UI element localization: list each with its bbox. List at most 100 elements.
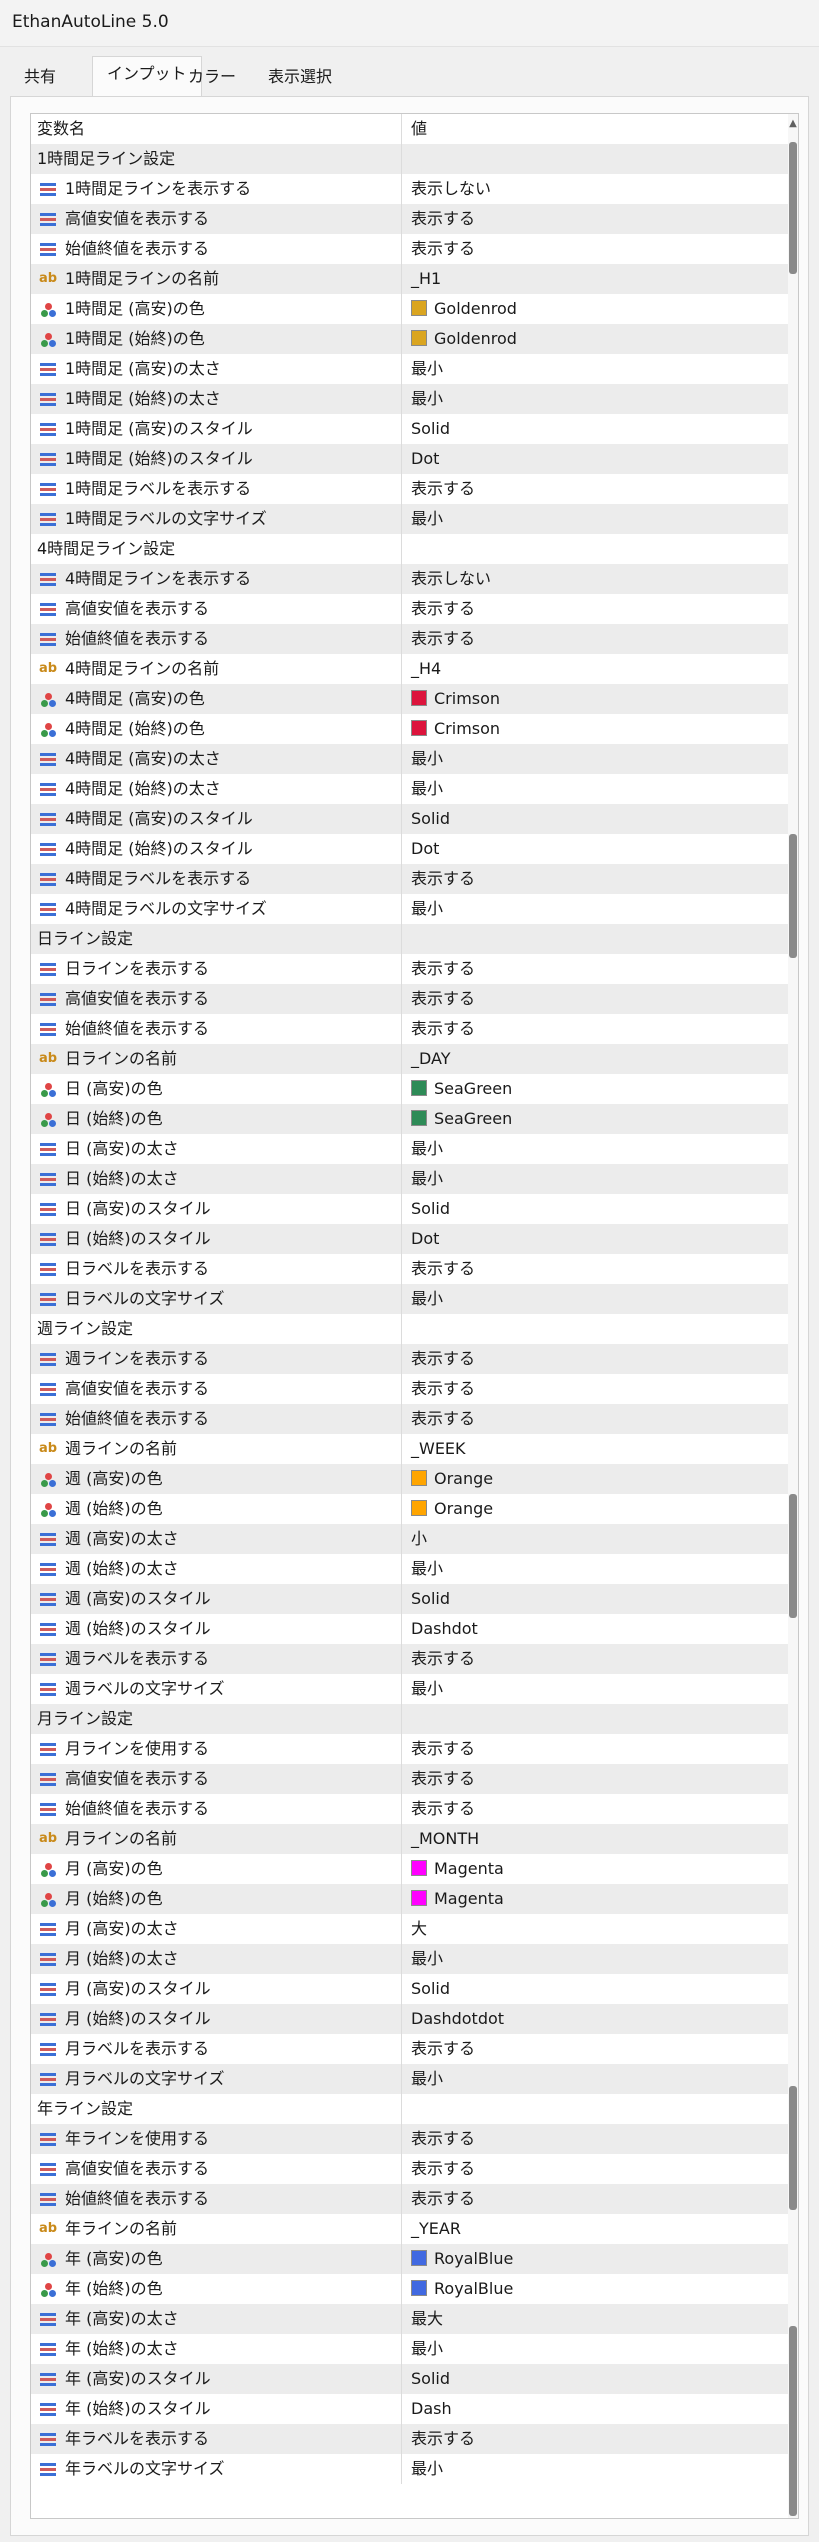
table-row[interactable]: 月ラベルを表示する 表示する [31,2034,789,2064]
table-row[interactable]: 4時間足ラインを表示する 表示しない [31,564,789,594]
table-row[interactable]: 月 (始終)の太さ 最小 [31,1944,789,1974]
table-row[interactable]: 年 (始終)の太さ 最小 [31,2334,789,2364]
parameter-value-cell[interactable]: Solid [403,2364,789,2394]
parameter-value-cell[interactable]: Solid [403,1974,789,2004]
table-row[interactable]: 始値終値を表示する 表示する [31,1014,789,1044]
parameter-value-cell[interactable]: 小 [403,1524,789,1554]
parameter-value-cell[interactable]: Orange [403,1494,789,1524]
parameter-value-cell[interactable]: _H4 [403,654,789,684]
table-row[interactable]: 週 (高安)のスタイル Solid [31,1584,789,1614]
table-row[interactable]: 週 (始終)の太さ 最小 [31,1554,789,1584]
table-row[interactable]: 4時間足ラベルの文字サイズ 最小 [31,894,789,924]
parameter-value-cell[interactable]: RoyalBlue [403,2274,789,2304]
table-row[interactable]: ab 年ラインの名前 _YEAR [31,2214,789,2244]
parameter-value-cell[interactable]: 最小 [403,1554,789,1584]
parameter-value-cell[interactable]: Solid [403,1584,789,1614]
parameter-value-cell[interactable]: 表示する [403,1404,789,1434]
table-row[interactable]: 4時間足 (始終)のスタイル Dot [31,834,789,864]
table-row[interactable]: 年ラベルを表示する 表示する [31,2424,789,2454]
table-row[interactable]: 1時間足ラベルの文字サイズ 最小 [31,504,789,534]
parameter-value-cell[interactable]: 最小 [403,1674,789,1704]
parameter-value-cell[interactable]: Dot [403,444,789,474]
table-row[interactable]: 日ラインを表示する 表示する [31,954,789,984]
parameter-value-cell[interactable]: 最小 [403,1164,789,1194]
table-row[interactable]: 1時間足ラインを表示する 表示しない [31,174,789,204]
parameter-value-cell[interactable]: 最小 [403,2064,789,2094]
table-row[interactable]: 年 (高安)の太さ 最大 [31,2304,789,2334]
table-row[interactable]: 週 (高安)の太さ 小 [31,1524,789,1554]
parameter-value-cell[interactable]: 表示する [403,1764,789,1794]
table-row[interactable]: 1時間足 (始終)の色 Goldenrod [31,324,789,354]
parameter-value-cell[interactable]: 表示する [403,2124,789,2154]
parameter-value-cell[interactable]: 表示する [403,2034,789,2064]
tab-visibility[interactable]: 表示選択 [254,60,346,96]
table-row[interactable]: 高値安値を表示する 表示する [31,1374,789,1404]
parameter-value-cell[interactable]: 表示する [403,474,789,504]
table-row[interactable]: 年 (始終)のスタイル Dash [31,2394,789,2424]
parameter-value-cell[interactable]: Crimson [403,714,789,744]
parameter-value-cell[interactable]: Crimson [403,684,789,714]
scroll-up-arrow-icon[interactable]: ▲ [788,118,798,130]
parameter-value-cell[interactable]: 最小 [403,744,789,774]
parameter-value-cell[interactable]: Orange [403,1464,789,1494]
parameter-value-cell[interactable]: Goldenrod [403,294,789,324]
parameter-value-cell[interactable]: 表示する [403,954,789,984]
parameter-value-cell[interactable]: _MONTH [403,1824,789,1854]
parameter-value-cell[interactable]: 最小 [403,504,789,534]
parameter-value-cell[interactable]: Solid [403,804,789,834]
parameter-value-cell[interactable]: SeaGreen [403,1104,789,1134]
parameter-value-cell[interactable]: 大 [403,1914,789,1944]
table-row[interactable]: 週ラインを表示する 表示する [31,1344,789,1374]
table-row[interactable]: ab 日ラインの名前 _DAY [31,1044,789,1074]
table-row[interactable]: 1時間足 (始終)の太さ 最小 [31,384,789,414]
parameter-value-cell[interactable]: 表示しない [403,174,789,204]
parameter-value-cell[interactable]: 表示しない [403,564,789,594]
table-row[interactable]: 4時間足 (始終)の太さ 最小 [31,774,789,804]
table-row[interactable]: 日 (始終)の太さ 最小 [31,1164,789,1194]
table-row[interactable]: 日 (始終)の色 SeaGreen [31,1104,789,1134]
table-row[interactable]: 週 (始終)のスタイル Dashdot [31,1614,789,1644]
tab-colors[interactable]: カラー [174,60,250,96]
parameter-value-cell[interactable]: 表示する [403,864,789,894]
parameter-value-cell[interactable]: SeaGreen [403,1074,789,1104]
vertical-scrollbar[interactable]: ▲ [788,114,798,2518]
parameter-value-cell[interactable]: Solid [403,1194,789,1224]
table-row[interactable]: 日 (高安)の太さ 最小 [31,1134,789,1164]
parameter-value-cell[interactable]: _YEAR [403,2214,789,2244]
table-row[interactable]: 週ラベルの文字サイズ 最小 [31,1674,789,1704]
table-row[interactable]: 4時間足 (高安)の色 Crimson [31,684,789,714]
table-row[interactable]: 年 (始終)の色 RoyalBlue [31,2274,789,2304]
parameter-value-cell[interactable]: 最小 [403,774,789,804]
table-row[interactable]: 高値安値を表示する 表示する [31,204,789,234]
parameter-value-cell[interactable]: 表示する [403,1254,789,1284]
table-row[interactable]: 日ラベルを表示する 表示する [31,1254,789,1284]
parameter-value-cell[interactable]: Dashdot [403,1614,789,1644]
parameter-value-cell[interactable]: Goldenrod [403,324,789,354]
scrollbar-thumb[interactable] [789,2086,797,2210]
table-row[interactable]: 4時間足ラベルを表示する 表示する [31,864,789,894]
parameter-value-cell[interactable]: 表示する [403,594,789,624]
parameter-value-cell[interactable]: RoyalBlue [403,2244,789,2274]
parameter-value-cell[interactable]: 表示する [403,1734,789,1764]
table-row[interactable]: ab 1時間足ラインの名前 _H1 [31,264,789,294]
table-row[interactable]: 月ラインを使用する 表示する [31,1734,789,1764]
table-row[interactable]: 高値安値を表示する 表示する [31,2154,789,2184]
parameter-value-cell[interactable]: 表示する [403,234,789,264]
parameter-value-cell[interactable]: 表示する [403,2424,789,2454]
table-row[interactable]: 1時間足 (高安)の色 Goldenrod [31,294,789,324]
table-row[interactable]: 1時間足ラベルを表示する 表示する [31,474,789,504]
parameter-value-cell[interactable]: 最小 [403,894,789,924]
table-row[interactable]: 月 (高安)の色 Magenta [31,1854,789,1884]
table-row[interactable]: 年ラベルの文字サイズ 最小 [31,2454,789,2484]
table-row[interactable]: 週ラベルを表示する 表示する [31,1644,789,1674]
parameter-value-cell[interactable]: Dot [403,834,789,864]
parameter-value-cell[interactable]: 最小 [403,1944,789,1974]
table-row[interactable]: 年 (高安)の色 RoyalBlue [31,2244,789,2274]
scrollbar-thumb[interactable] [789,2326,797,2516]
parameter-value-cell[interactable]: _DAY [403,1044,789,1074]
parameter-value-cell[interactable]: _H1 [403,264,789,294]
scrollbar-thumb[interactable] [789,1494,797,1618]
table-row[interactable]: ab 月ラインの名前 _MONTH [31,1824,789,1854]
parameter-value-cell[interactable]: 表示する [403,1344,789,1374]
table-row[interactable]: 日 (始終)のスタイル Dot [31,1224,789,1254]
